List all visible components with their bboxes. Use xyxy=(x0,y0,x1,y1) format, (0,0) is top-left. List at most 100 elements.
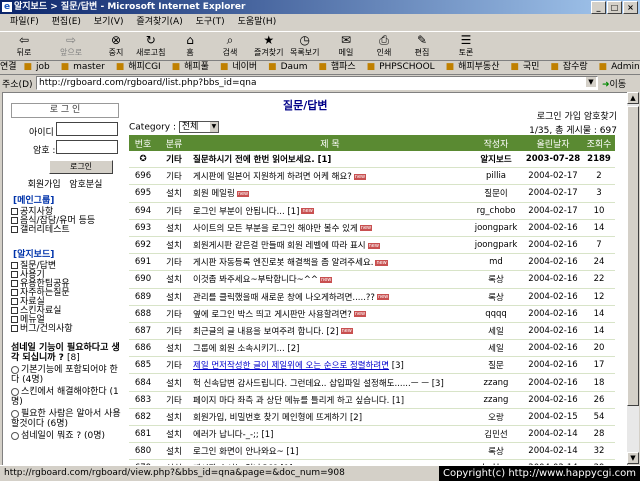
history-button[interactable]: ◷ 목록보기 xyxy=(290,33,319,58)
go-button[interactable]: ➜이동 xyxy=(602,77,626,90)
scroll-down-icon[interactable]: ▼ xyxy=(627,452,639,464)
table-row[interactable]: 694 기타 로그인 부분이 안됩니다... [1] new rg_chobo 2004-… xyxy=(129,202,615,220)
cell-author[interactable]: 질문이 xyxy=(469,184,523,203)
menu-tools[interactable]: 도구(T) xyxy=(196,17,225,27)
cell-author[interactable]: md xyxy=(469,253,523,272)
link-happycgi[interactable]: ■ 해피CGI xyxy=(116,62,165,72)
link-kookmin[interactable]: ■ 국민 xyxy=(510,62,543,72)
post-title[interactable]: 로그인 부분이 안됩니다... xyxy=(193,207,285,217)
table-row[interactable]: 692 설치 회원게시판 같은걸 만들때 회원 레벨에 따라 표시 new joongp… xyxy=(129,236,615,255)
link-job[interactable]: ■ job xyxy=(23,62,53,72)
stop-button[interactable]: ⊗ 중지 xyxy=(108,33,124,58)
menu-edit[interactable]: 편집(E) xyxy=(52,17,81,27)
cell-author[interactable]: 알지보드 xyxy=(469,151,523,169)
post-title[interactable]: 최근글의 글 내용을 보여주려 합니다. xyxy=(193,327,324,337)
table-row[interactable]: 693 설치 사이트의 모든 부분을 로그인 해야만 볼수 있게 new joongpa… xyxy=(129,219,615,237)
mail-button[interactable]: ✉ 메일 xyxy=(338,33,354,58)
cell-author[interactable]: pillia xyxy=(469,167,523,186)
cell-author[interactable]: joongpark xyxy=(469,236,523,255)
cell-author[interactable]: 록상 xyxy=(469,442,523,461)
post-title[interactable]: 게시판 자동등록 엔진로봇 해결책을 좀 알려주세요. xyxy=(193,258,373,268)
menu-file[interactable]: 파일(F) xyxy=(10,17,39,27)
menu-favorites[interactable]: 즐겨찾기(A) xyxy=(136,17,182,27)
cell-author[interactable]: joongpark xyxy=(469,219,523,237)
poll-option-3[interactable]: 필요한 사람은 알아서 사용할것이다 (6명) xyxy=(11,409,121,429)
cell-author[interactable]: 록상 xyxy=(469,288,523,306)
cell-author[interactable]: zzang xyxy=(469,391,523,409)
back-button[interactable]: ⇦ 뒤로 xyxy=(16,33,32,58)
table-row[interactable]: 689 설치 관리를 클릭했을때 새로운 창에 나오게하려면.....?? new 록상… xyxy=(129,288,615,306)
category-select[interactable]: 전체 ▼ xyxy=(178,121,219,133)
poll-option-1[interactable]: 기본기능에 포함되어야 한다 (4명) xyxy=(11,365,121,385)
top-links[interactable]: 로그인 가입 암호찾기 xyxy=(537,109,617,122)
cell-author[interactable]: qqqq xyxy=(469,305,523,323)
id-input[interactable] xyxy=(56,122,118,136)
post-title[interactable]: 회원 메일링 xyxy=(193,189,235,199)
cell-author[interactable]: 김민선 xyxy=(469,425,523,444)
discuss-button[interactable]: ☰ 토론 xyxy=(458,33,474,58)
join-link[interactable]: 회원가입 xyxy=(28,180,61,190)
post-title[interactable]: 게시판에 일본어 지원하게 하려면 어케 해요? xyxy=(193,172,352,182)
cell-author[interactable]: rg_chobo xyxy=(469,202,523,220)
find-password-link[interactable]: 암호분실 xyxy=(69,180,102,190)
link-master[interactable]: ■ master xyxy=(61,62,109,72)
cell-author[interactable]: 오랑 xyxy=(469,408,523,427)
table-row[interactable]: 680 설치 로그인 화면이 안나와요~ [1] 록상 2004-02-14 32 xyxy=(129,442,615,461)
post-title[interactable]: 이것좀 봐주세요~부탁합니다~^^ xyxy=(193,275,318,285)
login-button[interactable]: 로그인 xyxy=(49,160,113,174)
table-row[interactable]: 686 설치 그룹에 회원 소속시키기... [2] 세일 2004-02-16 20 xyxy=(129,339,615,358)
favorites-button[interactable]: ★ 즐겨찾기 xyxy=(254,33,283,58)
post-title[interactable]: 질문하시기 전에 한번 읽어보세요. xyxy=(193,155,315,165)
table-row[interactable]: 683 기타 페이지 마다 좌측 과 상단 메뉴를 틀리게 하고 싶습니다. [1]… xyxy=(129,391,615,409)
address-input[interactable]: http://rgboard.com/rgboard/list.php?bbs_… xyxy=(36,76,598,90)
link-happypool[interactable]: ■ 해피풀 xyxy=(172,62,213,72)
address-dropdown-icon[interactable]: ▼ xyxy=(586,77,596,87)
link-happy-realestate[interactable]: ■ 해피부동산 xyxy=(446,62,504,72)
link-admin[interactable]: ■ Admin xyxy=(599,62,640,72)
table-row[interactable]: 688 기타 옆에 로그인 박스 띄고 게시판만 사용할려면? new qqqq 2004… xyxy=(129,305,615,323)
edit-button[interactable]: ✎ 편집 xyxy=(414,33,430,58)
password-input[interactable] xyxy=(56,140,118,154)
post-title[interactable]: 헉 신속답변 감사드립니다. 그런데요.. 삽입파일 설정해도......ㅡ ㅡ xyxy=(193,379,429,389)
table-row[interactable]: 696 기타 게시판에 일본어 지원하게 하려면 어케 해요? new pillia 20… xyxy=(129,167,615,186)
cell-author[interactable]: 세일 xyxy=(469,322,523,341)
forward-button[interactable]: ⇨ 앞으로 xyxy=(60,33,82,58)
link-naver[interactable]: ■ 네이버 xyxy=(220,62,261,72)
table-row[interactable]: ✪ 기타 질문하시기 전에 한번 읽어보세요. [1] 알지보드 2003-07-28 2… xyxy=(129,151,615,169)
post-title[interactable]: 옆에 로그인 박스 띄고 게시판만 사용할려면? xyxy=(193,310,352,320)
close-button[interactable]: × xyxy=(623,1,638,14)
print-button[interactable]: ⎙ 인쇄 xyxy=(376,33,392,58)
table-row[interactable]: 685 기타 제일 먼저작성한 글이 제일위에 오는 순으로 정렬하려면 [3] 질문… xyxy=(129,356,615,375)
minimize-button[interactable]: _ xyxy=(591,1,606,14)
cell-author[interactable]: 세일 xyxy=(469,339,523,358)
link-daum[interactable]: ■ Daum xyxy=(268,62,311,72)
search-button[interactable]: ⌕ 검색 xyxy=(222,33,238,58)
post-title[interactable]: 제일 먼저작성한 글이 제일위에 오는 순으로 정렬하려면 xyxy=(193,361,389,371)
post-title[interactable]: 에러가 납니다-_-;; xyxy=(193,430,259,440)
table-row[interactable]: 682 설치 회원가입, 비밀번호 찾기 메인형에 뜨게하기 [2] 오랑 2004-0… xyxy=(129,408,615,427)
cell-author[interactable]: zzang xyxy=(469,373,523,392)
post-title[interactable]: 사이트의 모든 부분을 로그인 해야만 볼수 있게 xyxy=(193,224,358,234)
table-row[interactable]: 691 기타 게시판 자동등록 엔진로봇 해결책을 좀 알려주세요. new md 200… xyxy=(129,253,615,272)
post-title[interactable]: 회원게시판 같은걸 만들때 회원 레벨에 따라 표시 xyxy=(193,241,366,251)
scroll-thumb[interactable] xyxy=(627,106,639,406)
maximize-button[interactable]: □ xyxy=(607,1,622,14)
cell-author[interactable]: 록상 xyxy=(469,270,523,289)
menu-item-gallery-test[interactable]: 갤러리테스트 xyxy=(11,226,127,235)
table-row[interactable]: 687 기타 최근글의 글 내용을 보여주려 합니다. [2] new 세일 2004-0… xyxy=(129,322,615,341)
poll-option-4[interactable]: 섬네일이 뭐죠 ? (0명) xyxy=(11,431,121,441)
post-title[interactable]: 관리를 클릭했을때 새로운 창에 나오게하려면.....?? xyxy=(193,293,375,303)
link-phpschool[interactable]: ■ PHPSCHOOL xyxy=(367,62,439,72)
scroll-up-icon[interactable]: ▲ xyxy=(627,92,639,104)
table-row[interactable]: 695 설치 회원 메일링 new 질문이 2004-02-17 3 xyxy=(129,184,615,203)
vertical-scrollbar[interactable]: ▲ ▼ xyxy=(627,92,639,464)
table-row[interactable]: 690 설치 이것좀 봐주세요~부탁합니다~^^ new 록상 2004-02-16 22 xyxy=(129,270,615,289)
post-title[interactable]: 페이지 마다 좌측 과 상단 메뉴를 틀리게 하고 싶습니다. xyxy=(193,396,389,406)
menu-view[interactable]: 보기(V) xyxy=(94,17,124,27)
cell-author[interactable]: 질문 xyxy=(469,356,523,375)
poll-option-2[interactable]: 스킨에서 해결해야한다 (1명) xyxy=(11,387,121,407)
refresh-button[interactable]: ↻ 새로고침 xyxy=(136,33,165,58)
table-row[interactable]: 681 설치 에러가 납니다-_-;; [1] 김민선 2004-02-14 28 xyxy=(129,425,615,444)
table-row[interactable]: 684 설치 헉 신속답변 감사드립니다. 그런데요.. 삽입파일 설정해도....… xyxy=(129,373,615,392)
home-button[interactable]: ⌂ 홈 xyxy=(182,33,198,58)
